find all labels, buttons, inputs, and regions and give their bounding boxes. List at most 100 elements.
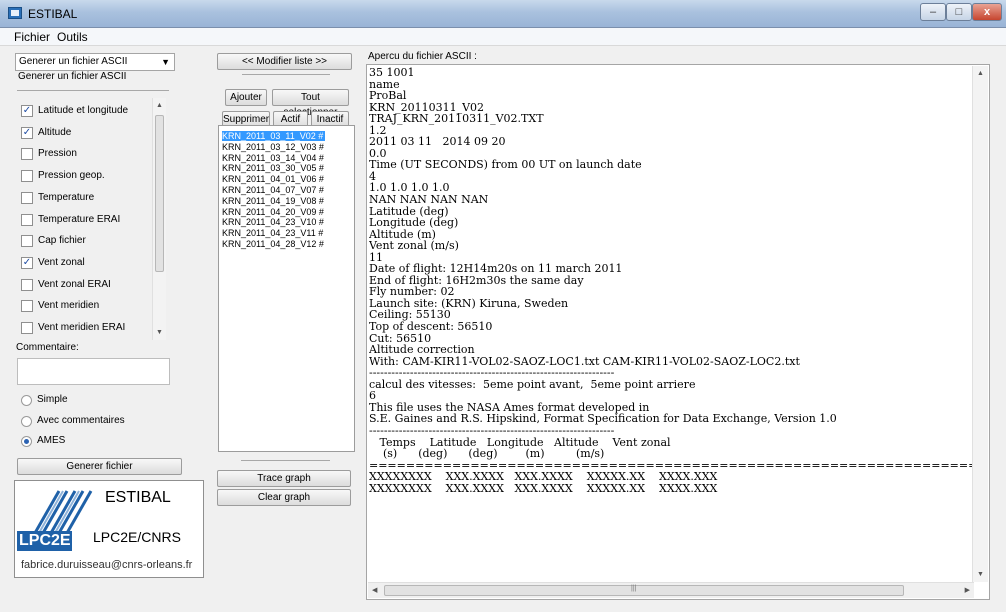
menu-fichier[interactable]: Fichier xyxy=(14,30,50,44)
file-list-item[interactable]: KRN_2011_03_12_V03 # xyxy=(222,142,324,152)
parameter-label: Vent zonal ERAI xyxy=(38,278,111,290)
lpc2e-logo-mark: LPC2E xyxy=(17,531,72,551)
checkbox-checked[interactable]: ✓ xyxy=(21,256,33,269)
checkbox[interactable] xyxy=(21,322,33,334)
ascii-preview-text[interactable]: 35 1001 name ProBal KRN_20110311_V02 TRAJ_KR… xyxy=(369,67,973,575)
preview-line: XXXXXXXX XXX.XXXX XXX.XXXX XXXXX.XX XXXX… xyxy=(369,470,718,484)
file-list-item[interactable]: KRN_2011_04_23_V11 # xyxy=(222,228,323,238)
preview-line: Time (UT SECONDS) from 00 UT on launch d… xyxy=(369,158,642,172)
preview-horizontal-scrollbar[interactable]: ◀ ||| ▶ xyxy=(368,582,974,598)
preview-line: Altitude correction xyxy=(369,343,475,357)
preview-line: XXXXXXXX XXX.XXXX XXX.XXXX XXXXX.XX XXXX… xyxy=(369,481,718,495)
radio-button[interactable] xyxy=(21,435,32,447)
radio-label: Avec commentaires xyxy=(37,415,125,426)
parameter-label: Altitude xyxy=(38,126,72,138)
add-button[interactable]: Ajouter xyxy=(225,89,267,106)
scroll-up-icon[interactable]: ▲ xyxy=(973,70,988,77)
parameter-checkbox-row[interactable]: ✓ Vent zonal xyxy=(21,255,85,271)
modify-list-button[interactable]: << Modifier liste >> xyxy=(217,53,352,70)
format-radio-option[interactable]: Simple xyxy=(21,392,68,408)
preview-line: End of flight: 16H2m30s the same day xyxy=(369,273,584,287)
contact-email: fabrice.duruisseau@cnrs-orleans.fr xyxy=(21,559,193,571)
parameter-label: Latitude et longitude xyxy=(38,105,129,116)
parameter-checkbox-row[interactable]: ✓ Altitude xyxy=(21,125,71,141)
parameter-checkbox-row[interactable]: Cap fichier xyxy=(21,233,86,249)
preview-line: Altitude (m) xyxy=(369,227,436,241)
parameter-checkbox-row[interactable]: ✓ Latitude et longitude xyxy=(21,103,128,119)
radio-button[interactable] xyxy=(21,415,32,427)
file-list-item[interactable]: KRN_2011_04_19_V08 # xyxy=(222,196,324,206)
checkbox[interactable] xyxy=(21,235,33,248)
checkbox-checked[interactable]: ✓ xyxy=(21,126,33,139)
file-list-item[interactable]: KRN_2011_04_20_V09 # xyxy=(222,207,324,217)
parameter-checkbox-row[interactable]: Pression xyxy=(21,146,77,162)
ascii-preview[interactable]: 35 1001 name ProBal KRN_20110311_V02 TRAJ_KR… xyxy=(366,64,990,600)
window-title: ESTIBAL xyxy=(28,7,78,21)
checkbox[interactable] xyxy=(21,148,33,161)
divider xyxy=(241,460,330,461)
mode-label: Generer un fichier ASCII xyxy=(18,71,127,82)
parameter-checkbox-row[interactable]: Pression geop. xyxy=(21,168,105,184)
parameter-checkbox-row[interactable]: Vent zonal ERAI xyxy=(21,277,111,293)
clear-graph-button[interactable]: Clear graph xyxy=(217,489,351,506)
checkbox[interactable] xyxy=(21,213,33,226)
preview-line: calcul des vitesses: 5eme point avant, 5… xyxy=(369,377,696,391)
parameter-checkbox-row[interactable]: Temperature xyxy=(21,190,94,206)
preview-line: Vent zonal (m/s) xyxy=(369,239,459,253)
file-list-item[interactable]: KRN_2011_03_11_V02 # xyxy=(222,131,326,141)
scroll-right-icon[interactable]: ▶ xyxy=(965,586,970,594)
checkbox[interactable] xyxy=(21,278,33,291)
scroll-left-icon[interactable]: ◀ xyxy=(372,586,377,594)
comment-label: Commentaire: xyxy=(16,342,79,353)
preview-line: Latitude (deg) xyxy=(369,204,449,218)
checkbox[interactable] xyxy=(21,170,33,183)
parameter-label: Vent meridien ERAI xyxy=(38,322,126,333)
radio-label: AMES xyxy=(37,435,66,446)
file-list-item[interactable]: KRN_2011_04_23_V10 # xyxy=(222,217,324,227)
checkbox[interactable] xyxy=(21,191,33,204)
parameter-label: Temperature xyxy=(38,191,95,203)
scrollbar-thumb[interactable] xyxy=(384,585,904,596)
trace-graph-button[interactable]: Trace graph xyxy=(217,470,351,487)
logo-panel: ESTIBAL LPC2E/CNRS LPC2E fabrice.duruiss… xyxy=(14,480,204,578)
preview-line: NAN NAN NAN NAN xyxy=(369,193,489,207)
generate-file-button[interactable]: Generer fichier xyxy=(17,458,182,475)
app-icon xyxy=(8,7,22,19)
parameter-checkbox-row[interactable]: Temperature ERAI xyxy=(21,212,120,228)
parameter-checkbox-row[interactable]: Vent meridien ERAI xyxy=(21,320,125,336)
file-list-item[interactable]: KRN_2011_04_28_V12 # xyxy=(222,239,324,249)
preview-vertical-scrollbar[interactable]: ▲ ▼ xyxy=(972,66,988,582)
format-radio-option[interactable]: AMES xyxy=(21,433,65,449)
title-bar: ESTIBAL – □ x xyxy=(0,0,1006,28)
minimize-button[interactable]: – xyxy=(920,3,946,21)
parameter-label: Vent zonal xyxy=(38,256,85,268)
file-list-item[interactable]: KRN_2011_04_07_V07 # xyxy=(222,185,324,195)
preview-line: name xyxy=(369,77,400,91)
parameter-label: Temperature ERAI xyxy=(38,213,121,225)
maximize-button[interactable]: □ xyxy=(946,3,972,21)
action-select[interactable]: Generer un fichier ASCII ▼ xyxy=(15,53,175,71)
close-button[interactable]: x xyxy=(972,3,1002,21)
checkbox[interactable] xyxy=(21,300,33,313)
file-list[interactable]: KRN_2011_03_11_V02 # KRN_2011_03_12_V03 #… xyxy=(218,125,355,452)
preview-line: (s) (deg) (deg) (m) (m/s) xyxy=(369,447,605,461)
preview-line: 2011 03 11 2014 09 20 xyxy=(369,135,506,149)
file-list-item[interactable]: KRN_2011_03_30_V05 # xyxy=(222,163,324,173)
scroll-down-icon[interactable]: ▼ xyxy=(153,329,166,336)
comment-input[interactable] xyxy=(17,358,170,385)
checkbox-checked[interactable]: ✓ xyxy=(21,105,33,117)
format-radio-option[interactable]: Avec commentaires xyxy=(21,413,125,429)
parameter-list-scrollbar[interactable]: ▲ ▼ xyxy=(152,98,166,340)
parameter-label: Vent meridien xyxy=(38,300,100,312)
parameter-checkbox-row[interactable]: Vent meridien xyxy=(21,298,99,314)
select-all-button[interactable]: Tout selectionner xyxy=(272,89,349,118)
menu-outils[interactable]: Outils xyxy=(57,30,88,44)
file-list-item[interactable]: KRN_2011_03_14_V04 # xyxy=(222,153,324,163)
scroll-up-icon[interactable]: ▲ xyxy=(153,102,166,109)
preview-line: 35 1001 xyxy=(369,67,415,79)
scrollbar-thumb[interactable] xyxy=(155,115,164,272)
scroll-down-icon[interactable]: ▼ xyxy=(973,571,988,578)
parameter-label: Cap fichier xyxy=(38,235,86,247)
file-list-item[interactable]: KRN_2011_04_01_V06 # xyxy=(222,174,324,184)
radio-button[interactable] xyxy=(21,394,32,406)
